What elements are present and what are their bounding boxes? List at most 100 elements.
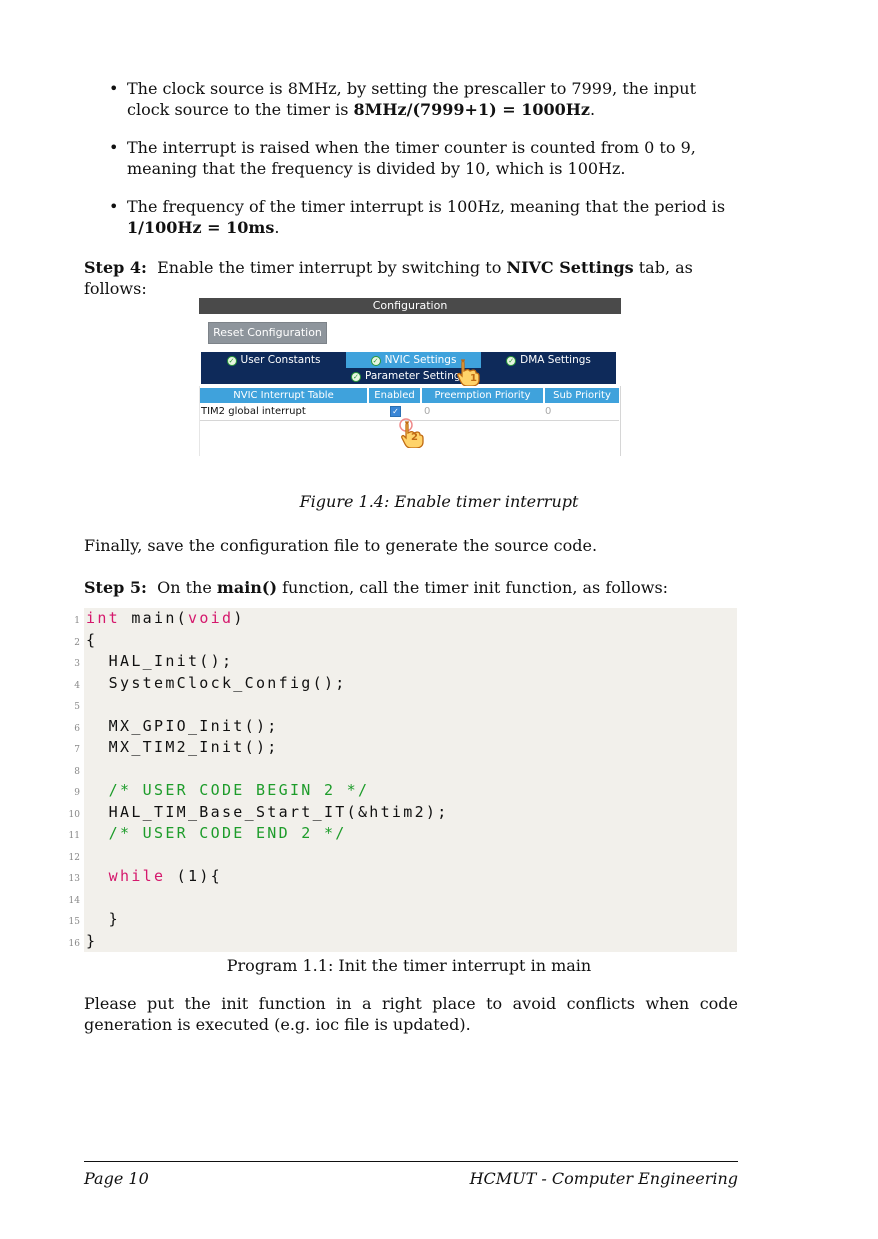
- code-line: SystemClock_Config();: [86, 674, 347, 692]
- program-caption: Program 1.1: Init the timer interrupt in…: [226, 956, 592, 975]
- footer-page-number: Page 10: [84, 1169, 149, 1188]
- code-keyword: void: [188, 609, 234, 627]
- figure-caption-label: Figure 1.4: [299, 492, 384, 511]
- code-line-number: 1: [74, 616, 80, 626]
- code-comment: /* USER CODE END 2 */: [86, 824, 347, 842]
- tab-user-constants[interactable]: ✓ User Constants: [201, 352, 346, 368]
- bullet-dot: •: [109, 197, 119, 216]
- finally-paragraph: Finally, save the configuration file to …: [84, 536, 598, 555]
- code-text: MX_TIM2_Init();: [86, 738, 279, 756]
- table-header-preemption-priority: Preemption Priority: [422, 388, 543, 403]
- code-line: HAL_TIM_Base_Start_IT(&htim2);: [86, 803, 449, 821]
- bullet-dot: •: [109, 138, 119, 157]
- code-line-number: 14: [68, 895, 80, 906]
- code-keyword: int: [86, 609, 120, 627]
- tab-parameter-settings[interactable]: ✓ Parameter Settings: [201, 368, 616, 384]
- code-line: MX_TIM2_Init();: [86, 738, 279, 756]
- code-line-number: 9: [74, 788, 80, 798]
- code-text: main(: [120, 609, 188, 627]
- code-line: }: [86, 910, 120, 928]
- tab-label: Parameter Settings: [364, 370, 467, 382]
- reset-configuration-button[interactable]: Reset Configuration: [208, 322, 327, 344]
- figure-caption-text: : Enable timer interrupt: [383, 492, 579, 511]
- code-line-number: 13: [68, 874, 80, 884]
- bullet-bold: 1/100Hz = 10ms: [127, 218, 275, 237]
- code-line-number: 16: [68, 938, 80, 949]
- bullet-bold: 8MHz/(7999+1) = 1000Hz: [353, 100, 590, 119]
- code-text: }: [86, 910, 120, 928]
- code-line-number: 15: [68, 917, 80, 927]
- code-line: while (1){: [86, 867, 222, 885]
- pointer-hand-icon: 2: [399, 418, 424, 448]
- code-line-number: 12: [68, 852, 80, 863]
- bullet-item: • The clock source is 8MHz, by setting t…: [108, 78, 738, 120]
- step5-text-end: function, call the timer init function, …: [277, 578, 669, 597]
- code-line-number: 11: [68, 831, 80, 841]
- bullet-list: • The clock source is 8MHz, by setting t…: [108, 78, 738, 255]
- code-line: {: [86, 631, 97, 649]
- code-text: HAL_TIM_Base_Start_IT(&htim2);: [86, 802, 449, 821]
- code-line: /* USER CODE BEGIN 2 */: [86, 781, 369, 799]
- bullet-text: The interrupt is raised when the timer c…: [127, 138, 696, 178]
- bullet-item: • The interrupt is raised when the timer…: [108, 137, 738, 179]
- code-line-number: 2: [74, 637, 80, 648]
- tab-dma-settings[interactable]: ✓ DMA Settings: [481, 352, 616, 368]
- pointer-hand-icon: 1: [457, 359, 480, 386]
- code-text: ): [233, 609, 245, 627]
- check-circle-icon: ✓: [370, 356, 381, 366]
- table-header-sub-priority: Sub Priority: [545, 388, 619, 403]
- check-circle-icon: ✓: [506, 356, 517, 366]
- marker-number: 2: [411, 432, 418, 443]
- code-line: }: [86, 932, 97, 950]
- code-keyword: while: [108, 867, 166, 885]
- step4-text: Enable the timer interrupt by switching …: [157, 258, 507, 277]
- enabled-checkbox[interactable]: ✓: [390, 406, 401, 417]
- code-line-number: 7: [74, 745, 80, 755]
- footer-department: HCMUT - Computer Engineering: [469, 1169, 738, 1188]
- code-line-number: 4: [74, 680, 80, 691]
- code-text: HAL_Init();: [86, 652, 234, 670]
- tab-label: DMA Settings: [520, 354, 591, 366]
- marker-number: 1: [470, 373, 477, 384]
- code-line-number: 6: [74, 723, 80, 734]
- step5-paragraph: Step 5: On the main() function, call the…: [84, 577, 738, 598]
- figure-caption: Figure 1.4: Enable timer interrupt: [0, 492, 878, 511]
- table-header-nvic-interrupt-table: NVIC Interrupt Table: [200, 388, 367, 403]
- table-cell-sub-priority[interactable]: 0: [545, 404, 551, 419]
- code-line-number: 8: [74, 766, 80, 777]
- table-cell-interrupt-name: TIM2 global interrupt: [201, 406, 306, 417]
- bullet-item: • The frequency of the timer interrupt i…: [108, 196, 738, 238]
- code-text: {: [86, 630, 98, 649]
- code-text: SystemClock_Config();: [86, 673, 347, 692]
- step4-paragraph: Step 4: Enable the timer interrupt by sw…: [84, 257, 738, 299]
- closing-paragraph: Please put the init function in a right …: [84, 994, 738, 1034]
- step5-bold: main(): [216, 578, 278, 597]
- bullet-text-end: .: [589, 100, 596, 119]
- code-comment: /* USER CODE BEGIN 2 */: [86, 781, 370, 799]
- step4-label: Step 4:: [84, 258, 147, 277]
- code-line-number: 3: [74, 659, 80, 669]
- step5-text: On the: [157, 578, 217, 597]
- step5-label: Step 5:: [84, 578, 147, 597]
- code-line-number: 10: [68, 809, 80, 820]
- check-circle-icon: ✓: [350, 372, 361, 382]
- footer-rule: [84, 1161, 738, 1162]
- bullet-dot: •: [109, 79, 119, 98]
- code-text: }: [86, 931, 98, 950]
- code-line: HAL_Init();: [86, 652, 233, 670]
- code-line-number: 5: [74, 702, 80, 712]
- step4-bold: NIVC Settings: [506, 258, 634, 277]
- check-circle-icon: ✓: [226, 356, 237, 366]
- tab-label: NVIC Settings: [384, 354, 457, 366]
- bullet-text-end: .: [274, 218, 280, 237]
- configuration-title-bar: Configuration: [199, 298, 621, 314]
- tab-label: User Constants: [240, 354, 321, 366]
- code-line: /* USER CODE END 2 */: [86, 824, 347, 842]
- code-text: MX_GPIO_Init();: [86, 716, 279, 735]
- configuration-figure: Configuration Reset Configuration ✓ User …: [199, 298, 621, 458]
- table-cell-preemption[interactable]: 0: [424, 404, 430, 419]
- code-line: MX_GPIO_Init();: [86, 717, 279, 735]
- bullet-text: The frequency of the timer interrupt is …: [127, 197, 726, 216]
- code-text: (1){: [165, 867, 222, 885]
